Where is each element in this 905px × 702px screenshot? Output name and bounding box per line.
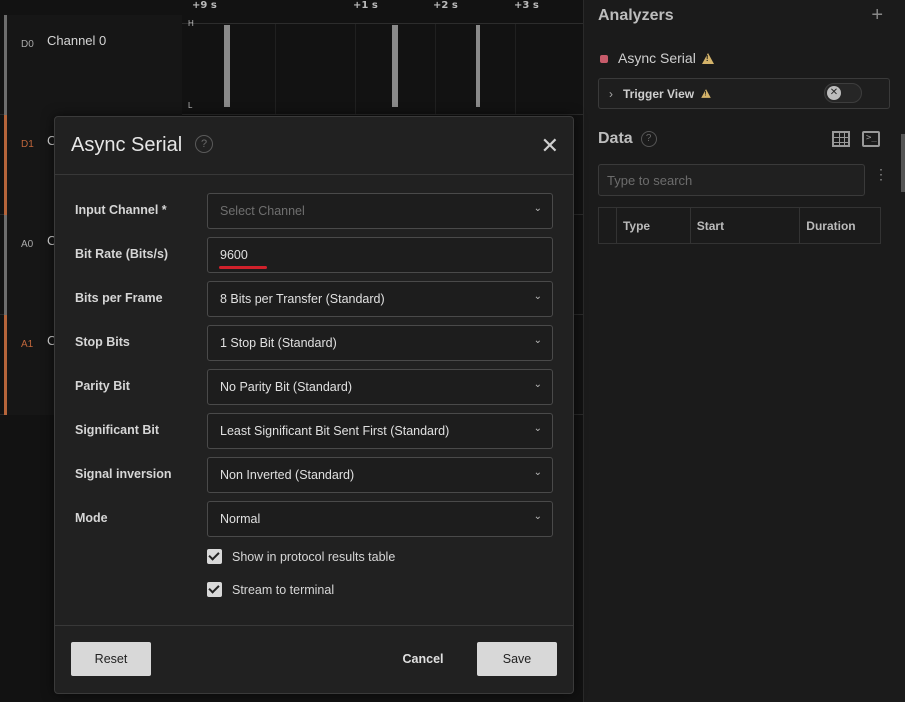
chevron-down-icon: ⌄ [533,467,542,478]
bits-per-frame-select[interactable]: 8 Bits per Transfer (Standard) ⌄ [207,281,553,317]
chevron-down-icon: ⌄ [533,423,542,434]
field-value: 8 Bits per Transfer (Standard) [220,292,385,306]
input-channel-select[interactable]: Select Channel ⌄ [207,193,553,229]
data-table-header: Type Start Duration [598,207,881,244]
right-panel: Analyzers + Async Serial › Trigger View … [583,0,905,702]
signal-pulse [224,25,230,107]
trigger-view-label: Trigger View [623,87,712,101]
table-view-icon[interactable] [832,131,850,147]
reset-button[interactable]: Reset [71,642,151,676]
checkbox-checked[interactable] [207,549,222,564]
scrollbar-thumb[interactable] [901,134,905,192]
terminal-icon[interactable]: >_ [862,131,880,147]
chevron-down-icon: ⌄ [533,335,542,346]
field-value: Select Channel [220,204,305,218]
show-in-results-checkbox-row[interactable]: Show in protocol results table [207,549,395,567]
help-icon[interactable]: ? [195,135,213,153]
signal-pulse [476,25,480,107]
form-row-input-channel: Input Channel * Select Channel ⌄ [55,193,573,229]
warning-icon [701,89,711,98]
mode-select[interactable]: Normal ⌄ [207,501,553,537]
analyzers-title: Analyzers [598,7,674,24]
field-value: Least Significant Bit Sent First (Standa… [220,424,450,438]
field-label: Parity Bit [75,379,130,393]
column-duration[interactable]: Duration [800,208,880,243]
chevron-down-icon: ⌄ [533,291,542,302]
dialog-title: Async Serial [71,134,183,156]
analyzer-item-label: Async Serial [618,50,696,66]
column-type[interactable]: Type [617,208,691,243]
field-value: 9600 [220,248,248,262]
highlight-underline [219,266,267,269]
chevron-down-icon: ⌄ [533,511,542,522]
field-value: Non Inverted (Standard) [220,468,355,482]
bit-rate-input[interactable]: 9600 [207,237,553,273]
tick-label: +3 s [514,0,539,11]
warning-icon [701,53,714,64]
save-button[interactable]: Save [477,642,557,676]
channel-name: Channel 0 [47,33,107,48]
signal-pulse [392,25,398,107]
chevron-down-icon: ⌄ [533,203,542,214]
analyzer-item-async-serial[interactable]: Async Serial [600,50,890,68]
checkbox-label: Show in protocol results table [232,550,396,564]
close-icon: ✕ [827,86,841,100]
low-marker: L [188,101,193,110]
form-row-bit-rate: Bit Rate (Bits/s) 9600 [55,237,573,273]
field-value: 1 Stop Bit (Standard) [220,336,337,350]
tick-label: +2 s [433,0,458,11]
significant-bit-select[interactable]: Least Significant Bit Sent First (Standa… [207,413,553,449]
analyzer-color-dot [600,55,608,64]
field-value: Normal [220,512,261,526]
field-label: Stop Bits [75,335,130,349]
column-start[interactable]: Start [691,208,801,243]
dialog-footer: Reset Cancel Save [55,625,573,693]
cancel-button[interactable]: Cancel [393,642,453,676]
async-serial-dialog: Async Serial ? ✕ Input Channel * Select … [54,116,574,694]
channel-id: D1 [21,139,34,150]
field-label: Bits per Frame [75,291,163,305]
form-row-mode: Mode Normal ⌄ [55,501,573,537]
stop-bits-select[interactable]: 1 Stop Bit (Standard) ⌄ [207,325,553,361]
help-icon[interactable]: ? [640,131,657,147]
stream-to-terminal-checkbox-row[interactable]: Stream to terminal [207,582,334,600]
channel-label-d0[interactable]: D0 Channel 0 [4,15,182,115]
form-row-parity-bit: Parity Bit No Parity Bit (Standard) ⌄ [55,369,573,405]
checkbox-checked[interactable] [207,582,222,597]
field-label: Significant Bit [75,423,160,437]
field-label: Mode [75,511,108,525]
tick-label: +1 s [353,0,378,11]
column-spacer [599,208,617,243]
field-label: Signal inversion [75,467,172,481]
chevron-down-icon: ⌄ [533,379,542,390]
form-row-significant-bit: Significant Bit Least Significant Bit Se… [55,413,573,449]
dialog-header: Async Serial ? ✕ [55,117,573,175]
search-input[interactable] [599,165,864,195]
form-row-bits-per-frame: Bits per Frame 8 Bits per Transfer (Stan… [55,281,573,317]
trigger-view-toggle[interactable]: ✕ [824,83,862,103]
field-label: Bit Rate (Bits/s) [75,247,169,261]
high-marker: H [188,19,194,28]
parity-bit-select[interactable]: No Parity Bit (Standard) ⌄ [207,369,553,405]
checkbox-label: Stream to terminal [232,583,335,597]
trigger-view-row[interactable]: › Trigger View ✕ [598,78,890,109]
field-label: Input Channel * [75,203,167,217]
channel-id: D0 [21,39,34,50]
channel-plot-d0[interactable]: H L [182,15,583,115]
plus-icon[interactable]: + [871,4,883,27]
data-search-box[interactable] [598,164,865,196]
tick-label: +9 s [192,0,217,11]
field-value: No Parity Bit (Standard) [220,380,352,394]
channel-id: A1 [21,339,34,350]
channel-row-d0: D0 Channel 0 H L [0,15,583,115]
close-icon[interactable]: ✕ [541,133,559,159]
more-options-icon[interactable]: ⋮ [874,167,888,181]
form-row-stop-bits: Stop Bits 1 Stop Bit (Standard) ⌄ [55,325,573,361]
channel-id: A0 [21,239,34,250]
data-title: Data? [598,130,657,148]
signal-inversion-select[interactable]: Non Inverted (Standard) ⌄ [207,457,553,493]
form-row-signal-inversion: Signal inversion Non Inverted (Standard)… [55,457,573,493]
chevron-right-icon[interactable]: › [609,87,613,101]
